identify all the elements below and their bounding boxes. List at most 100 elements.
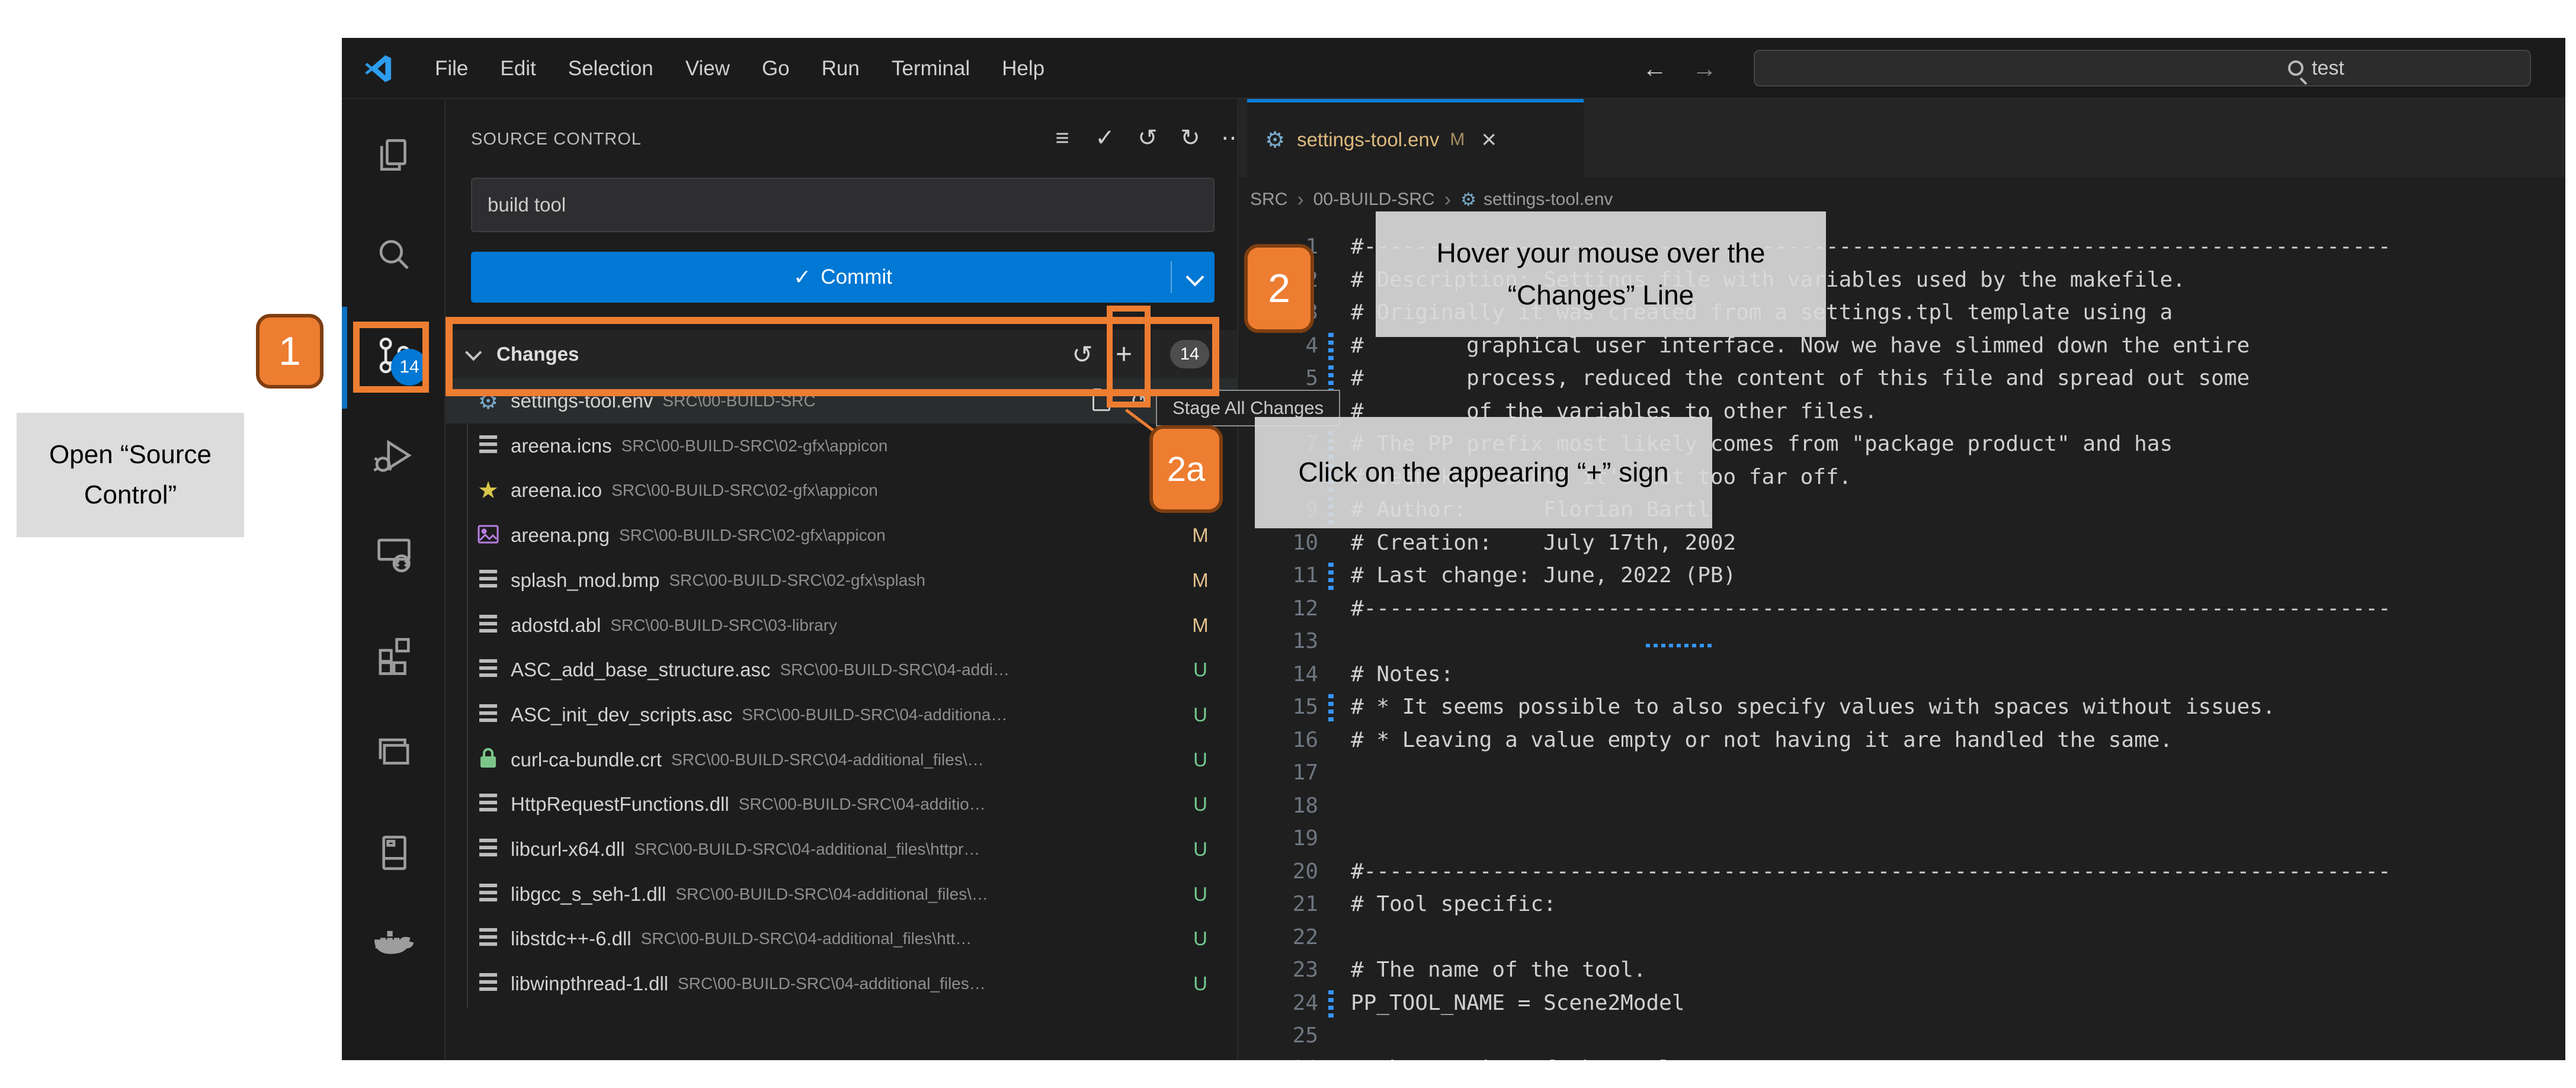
menu-file[interactable]: File (419, 57, 484, 81)
file-name: ASC_add_base_structure.asc (511, 659, 771, 681)
file-path: SRC\00-BUILD-SRC\04-additional_files\… (671, 750, 984, 769)
line-number: 11 (1292, 563, 1318, 588)
gutter-modified-icon (1328, 694, 1334, 721)
remote-explorer-icon[interactable] (369, 528, 419, 579)
menu-terminal[interactable]: Terminal (876, 57, 986, 81)
search-icon[interactable] (369, 230, 419, 281)
code-line: 21 # Tool specific: (1238, 888, 2565, 922)
file-row-curl-ca-bundle.crt[interactable]: curl-ca-bundle.crt SRC\00-BUILD-SRC\04-ad… (446, 737, 1237, 782)
file-path: SRC\00-BUILD-SRC\03-library (610, 615, 838, 634)
file-lines-icon (479, 569, 497, 591)
breadcrumb-item[interactable]: 00-BUILD-SRC (1313, 190, 1435, 210)
file-row-areena.icns[interactable]: areena.icns SRC\00-BUILD-SRC\02-gfx\appic… (446, 423, 1237, 468)
file-row-libstdc++-6.dll[interactable]: libstdc++-6.dll SRC\00-BUILD-SRC\04-addit… (446, 916, 1237, 961)
history-icon[interactable]: ↺ (1134, 123, 1161, 153)
code-line: 16 # * Leaving a value empty or not havin… (1238, 724, 2565, 758)
breadcrumb-separator-icon: › (1297, 188, 1304, 211)
file-row-splash_mod.bmp[interactable]: splash_mod.bmp SRC\00-BUILD-SRC\02-gfx\sp… (446, 558, 1237, 603)
status-badge: U (1193, 659, 1207, 681)
code-editor[interactable]: 1 #--------------------------------------… (1238, 222, 2565, 1060)
callout-step-2a: 2a (1149, 425, 1223, 513)
commit-message-input[interactable] (471, 178, 1215, 232)
line-number: 23 (1292, 958, 1318, 982)
label-step-2a: Click on the appearing “+” sign (1255, 417, 1712, 528)
source-control-sidebar: SOURCE CONTROL ≡✓↺↻⋯ ✓ Commit Changes ↺ … (446, 99, 1245, 1060)
extensions-icon[interactable] (369, 629, 419, 680)
line-number: 5 (1305, 366, 1318, 390)
explorer-icon[interactable] (369, 131, 419, 182)
code-text: # process, reduced the content of this f… (1351, 366, 2250, 390)
run-debug-icon[interactable] (369, 431, 419, 482)
menu-selection[interactable]: Selection (552, 57, 669, 81)
file-path: SRC\00-BUILD-SRC\04-additional_files… (677, 974, 986, 993)
file-lines-icon (479, 614, 497, 636)
close-icon[interactable]: × (1481, 127, 1497, 153)
status-badge: U (1193, 973, 1207, 995)
code-text: # Last change: June, 2022 (PB) (1351, 563, 1736, 588)
active-indicator-bar (342, 307, 347, 409)
line-number: 16 (1292, 727, 1318, 752)
line-number: 13 (1292, 629, 1318, 653)
lock-icon (478, 747, 498, 772)
commit-check-icon[interactable]: ✓ (1091, 123, 1119, 153)
file-lines-icon (479, 928, 497, 950)
file-name: libcurl-x64.dll (511, 838, 625, 860)
line-number: 26 (1238, 1057, 1318, 1061)
search-inner: test (2288, 51, 2344, 85)
file-row-areena.ico[interactable]: ★ areena.ico SRC\00-BUILD-SRC\02-gfx\appic… (446, 468, 1237, 513)
commit-button[interactable]: ✓ Commit (471, 252, 1215, 303)
menu-run[interactable]: Run (806, 57, 876, 81)
docker-icon[interactable] (369, 919, 419, 970)
status-badge: M (1192, 524, 1209, 547)
status-badge: M (1192, 569, 1209, 591)
file-row-libcurl-x64.dll[interactable]: libcurl-x64.dll SRC\00-BUILD-SRC\04-addit… (446, 827, 1237, 872)
search-icon (2288, 60, 2303, 76)
windows-icon[interactable] (369, 727, 419, 778)
line-number: 18 (1292, 793, 1318, 818)
code-line: 23 # The name of the tool. (1238, 954, 2565, 987)
file-name: libwinpthread-1.dll (511, 973, 668, 995)
notebook-icon[interactable] (369, 827, 419, 878)
file-name: libstdc++-6.dll (511, 927, 632, 950)
label-2-text: Hover your mouse over the “Changes” Line (1436, 237, 1766, 310)
file-name: areena.ico (511, 479, 603, 502)
file-row-HttpRequestFunctions.dll[interactable]: HttpRequestFunctions.dll SRC\00-BUILD-SRC… (446, 782, 1237, 827)
menu-view[interactable]: View (669, 57, 746, 81)
status-badge: U (1193, 748, 1207, 771)
tab-settings-tool-env[interactable]: ⚙ settings-tool.env M × (1247, 99, 1584, 177)
refresh-icon[interactable]: ↻ (1177, 123, 1204, 153)
code-text: # * Leaving a value empty or not having … (1351, 727, 2173, 752)
code-text: # * It seems possible to also specify va… (1351, 695, 2276, 719)
menu-help[interactable]: Help (986, 57, 1060, 81)
file-row-ASC_add_base_structure.asc[interactable]: ASC_add_base_structure.asc SRC\00-BUILD-S… (446, 647, 1237, 692)
code-line: 26 # The version of the tool. (1238, 1053, 2565, 1061)
code-line: 18 (1238, 790, 2565, 823)
commit-dropdown-icon[interactable] (1186, 268, 1204, 287)
file-row-adostd.abl[interactable]: adostd.abl SRC\00-BUILD-SRC\03-library M (446, 603, 1237, 648)
menu-go[interactable]: Go (746, 57, 806, 81)
file-row-libgcc_s_seh-1.dll[interactable]: libgcc_s_seh-1.dll SRC\00-BUILD-SRC\04-ad… (446, 872, 1237, 917)
file-icon-slot (476, 928, 500, 950)
code-line: 13 (1238, 625, 2565, 659)
breadcrumb-item[interactable]: settings-tool.env (1484, 190, 1613, 210)
file-lines-icon (479, 794, 497, 816)
forward-arrow-icon[interactable]: → (1692, 54, 1717, 83)
breadcrumb-item[interactable]: SRC (1250, 190, 1287, 210)
file-row-ASC_init_dev_scripts.asc[interactable]: ASC_init_dev_scripts.asc SRC\00-BUILD-SRC… (446, 692, 1237, 737)
menu-edit[interactable]: Edit (484, 57, 552, 81)
file-row-libwinpthread-1.dll[interactable]: libwinpthread-1.dll SRC\00-BUILD-SRC\04-a… (446, 961, 1237, 1006)
file-row-areena.png[interactable]: areena.png SRC\00-BUILD-SRC\02-gfx\appico… (446, 513, 1237, 558)
file-icon-slot (476, 839, 500, 860)
status-badge: M (1192, 614, 1209, 636)
vscode-window: File Edit Selection View Go Run Terminal Help ←… (342, 38, 2565, 1060)
code-line: 12 #-------------------------------------… (1238, 593, 2565, 626)
back-arrow-icon[interactable]: ← (1642, 54, 1667, 83)
code-text: # Creation: July 17th, 2002 (1351, 530, 1736, 555)
tab-strip: ⚙ settings-tool.env M × (1238, 99, 2565, 177)
file-name: ASC_init_dev_scripts.asc (511, 703, 733, 726)
code-line: 14 # Notes: (1238, 659, 2565, 692)
file-name: libgcc_s_seh-1.dll (511, 882, 667, 905)
view-as-list-icon[interactable]: ≡ (1049, 123, 1076, 153)
command-search-box[interactable]: test (1754, 50, 2531, 86)
changed-files-list: ⚙ settings-tool.env SRC\00-BUILD-SRC ↺ areen… (446, 378, 1237, 1012)
